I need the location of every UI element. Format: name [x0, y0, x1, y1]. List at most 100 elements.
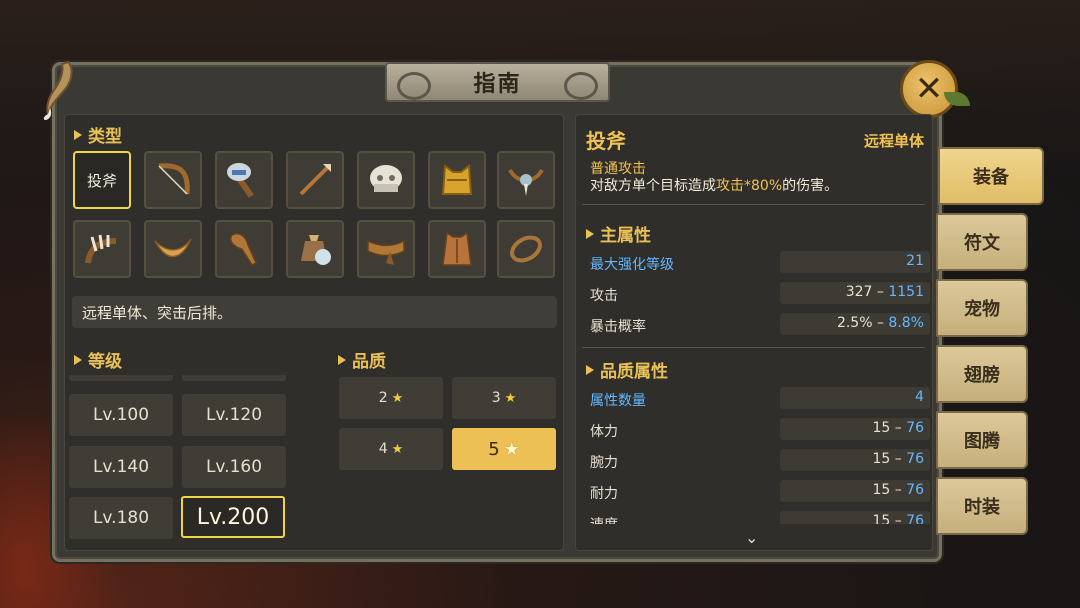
- type-slot-claw-gloves[interactable]: [73, 220, 131, 278]
- stat-max: 1151: [888, 284, 924, 300]
- level-button-partial[interactable]: [69, 375, 173, 381]
- type-section-header: 类型: [74, 122, 122, 147]
- star-icon: ★: [503, 438, 520, 460]
- level-button[interactable]: Lv.140: [69, 446, 173, 488]
- triangle-icon: [338, 354, 346, 365]
- stat-label: 属性数量: [590, 393, 646, 409]
- stat-row: 腕力 15 – 76: [590, 449, 930, 473]
- quality-section-label: 品质: [352, 352, 386, 372]
- tab-rune[interactable]: 符文: [936, 213, 1028, 271]
- rope-ring-icon: [510, 235, 542, 263]
- stat-value: 21: [780, 251, 930, 273]
- stat-sep: –: [894, 482, 902, 498]
- page-title: 指南: [385, 62, 610, 102]
- stat-value: 2.5% – 8.8%: [780, 313, 930, 335]
- tab-totem[interactable]: 图腾: [936, 411, 1028, 469]
- level-button[interactable]: Lv.180: [69, 497, 173, 539]
- item-category: 远程单体: [863, 132, 924, 150]
- stat-row: 攻击 327 – 1151: [590, 282, 930, 306]
- stat-value: 15 – 76: [780, 418, 930, 440]
- close-icon: ✕: [914, 69, 944, 109]
- type-slot-bow[interactable]: [144, 151, 202, 209]
- stat-value: 327 – 1151: [780, 282, 930, 304]
- quality-button-3[interactable]: 3 ★: [452, 377, 556, 419]
- type-slot-pouch[interactable]: [286, 220, 344, 278]
- type-section-label: 类型: [88, 127, 122, 147]
- quality-button-2[interactable]: 2 ★: [339, 377, 443, 419]
- stone-hammer-icon: [227, 163, 254, 198]
- triangle-icon: [586, 364, 594, 375]
- triangle-icon: [74, 129, 82, 140]
- stat-base: 15: [872, 451, 891, 467]
- stat-label: 速度: [590, 514, 618, 524]
- level-button-selected[interactable]: Lv.200: [181, 496, 285, 538]
- type-slot-skull-helmet[interactable]: [357, 151, 415, 209]
- stat-label: 腕力: [590, 455, 618, 471]
- bow-icon: [158, 163, 190, 195]
- level-button[interactable]: Lv.100: [69, 394, 173, 436]
- stat-label: 最大强化等级: [590, 257, 674, 273]
- gold-armor-icon: [441, 164, 473, 195]
- quality-value: 4: [378, 441, 388, 457]
- club-icon: [230, 233, 257, 266]
- type-slot-label: 投斧: [86, 171, 117, 190]
- stat-row: 最大强化等级 21: [590, 251, 930, 275]
- attack-desc-text: 的伤害。: [782, 178, 839, 194]
- stat-max: 76: [906, 513, 924, 524]
- type-slot-rope-ring[interactable]: [497, 220, 555, 278]
- main-attr-header: 主属性: [586, 221, 651, 246]
- quality-section-header: 品质: [338, 347, 386, 372]
- type-slot-gold-armor[interactable]: [428, 151, 486, 209]
- stat-sep: –: [894, 513, 902, 524]
- type-slot-throwing-axe[interactable]: 投斧: [73, 151, 131, 209]
- quality-button-5-selected[interactable]: 5 ★: [452, 428, 556, 470]
- star-icon: ★: [391, 441, 404, 457]
- level-button-partial[interactable]: [182, 375, 286, 381]
- stat-label: 暴击概率: [590, 319, 646, 335]
- stat-sep: –: [876, 315, 884, 331]
- type-slot-fang-necklace[interactable]: [497, 151, 555, 209]
- star-icon: ★: [504, 390, 517, 406]
- chevron-down-icon[interactable]: ⌄: [745, 528, 758, 547]
- stat-value: 15 – 76: [780, 449, 930, 471]
- stat-base: 15: [872, 482, 891, 498]
- divider: [582, 204, 925, 205]
- stat-max: 76: [906, 451, 924, 467]
- stat-value: 15 – 76: [780, 480, 930, 502]
- level-button[interactable]: Lv.160: [182, 446, 286, 488]
- item-name: 投斧: [586, 129, 626, 153]
- stat-max: 76: [906, 420, 924, 436]
- type-slot-boomerang[interactable]: [144, 220, 202, 278]
- level-section-header: 等级: [74, 347, 122, 372]
- stat-max: 21: [906, 253, 924, 269]
- stat-sep: –: [894, 451, 902, 467]
- tab-equipment[interactable]: 装备: [938, 147, 1044, 205]
- stat-base: 2.5%: [836, 315, 873, 331]
- stat-row-clip: 速度 15 – 76: [585, 508, 930, 524]
- attack-desc-highlight: 攻击*80%: [716, 178, 783, 194]
- quality-value: 2: [378, 390, 388, 406]
- stat-max: 76: [906, 482, 924, 498]
- type-slot-bone-spear[interactable]: [286, 151, 344, 209]
- level-button[interactable]: Lv.120: [182, 394, 286, 436]
- type-slot-leather-vest[interactable]: [428, 220, 486, 278]
- tab-wings[interactable]: 翅膀: [936, 345, 1028, 403]
- leather-belt-icon: [367, 239, 405, 265]
- star-icon: ★: [391, 390, 404, 406]
- stat-sep: –: [894, 420, 902, 436]
- quality-attr-header: 品质属性: [586, 357, 668, 382]
- close-button[interactable]: ✕: [900, 60, 958, 118]
- claw-gloves-icon: [85, 234, 117, 264]
- pouch-icon: [301, 235, 331, 265]
- horn-ornament-icon: [43, 60, 73, 120]
- tab-fashion[interactable]: 时装: [936, 477, 1028, 535]
- stat-row: 暴击概率 2.5% – 8.8%: [590, 313, 930, 337]
- stat-label: 攻击: [590, 288, 618, 304]
- quality-button-4[interactable]: 4 ★: [339, 428, 443, 470]
- type-slot-club[interactable]: [215, 220, 273, 278]
- stat-label: 耐力: [590, 486, 618, 502]
- tab-pet[interactable]: 宠物: [936, 279, 1028, 337]
- type-slot-leather-belt[interactable]: [357, 220, 415, 278]
- level-list[interactable]: Lv.100 Lv.120 Lv.140 Lv.160 Lv.180 Lv.20…: [68, 375, 290, 543]
- type-slot-stone-hammer[interactable]: [215, 151, 273, 209]
